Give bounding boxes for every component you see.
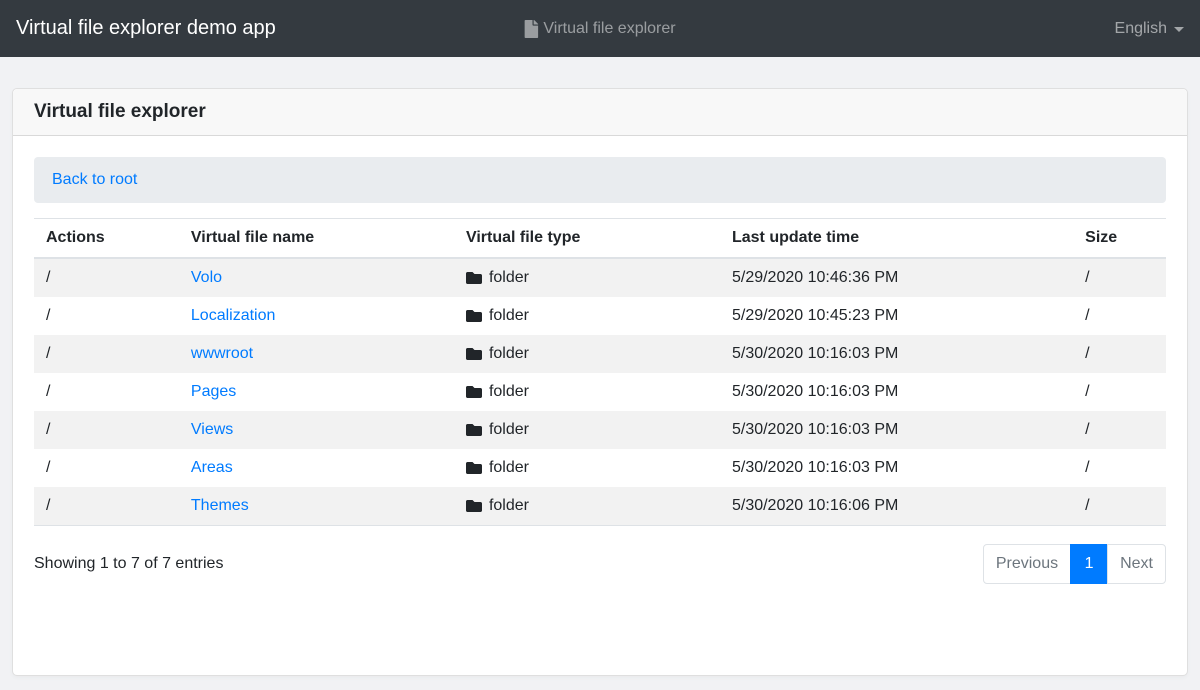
card-body: Back to root Actions Virtual file name V… [13,136,1187,605]
row-actions: / [34,258,179,297]
row-actions: / [34,449,179,487]
file-name-link[interactable]: Themes [191,497,249,514]
file-type-label: folder [489,307,529,325]
file-table: Actions Virtual file name Virtual file t… [34,218,1166,526]
folder-icon [466,498,482,514]
file-type-label: folder [489,383,529,401]
row-updated: 5/30/2020 10:16:03 PM [720,449,1073,487]
navbar: Virtual file explorer demo app Virtual f… [0,0,1200,57]
folder-icon [466,270,482,286]
next-button[interactable]: Next [1107,544,1166,584]
pagination-page-1[interactable]: 1 [1071,544,1108,584]
file-type-label: folder [489,345,529,363]
column-header-name: Virtual file name [179,219,454,259]
breadcrumb-bar: Back to root [34,157,1166,203]
nav-item-label: Virtual file explorer [543,20,675,38]
file-type-label: folder [489,269,529,287]
navbar-brand[interactable]: Virtual file explorer demo app [16,17,276,40]
caret-down-icon [1174,27,1184,32]
column-header-type: Virtual file type [454,219,720,259]
table-row: /Volofolder5/29/2020 10:46:36 PM/ [34,258,1166,297]
row-actions: / [34,335,179,373]
table-row: /Themesfolder5/30/2020 10:16:06 PM/ [34,487,1166,526]
file-explorer-card: Virtual file explorer Back to root Actio… [12,88,1188,676]
row-size: / [1073,487,1166,526]
page-1-button[interactable]: 1 [1070,544,1108,584]
row-updated: 5/29/2020 10:45:23 PM [720,297,1073,335]
folder-icon [466,384,482,400]
pagination-next[interactable]: Next [1108,544,1166,584]
file-name-link[interactable]: wwwroot [191,345,253,362]
entries-summary: Showing 1 to 7 of 7 entries [34,555,223,573]
row-updated: 5/30/2020 10:16:03 PM [720,373,1073,411]
file-name-link[interactable]: Views [191,421,233,438]
file-type-label: folder [489,421,529,439]
folder-icon [466,308,482,324]
row-size: / [1073,449,1166,487]
previous-button[interactable]: Previous [983,544,1071,584]
row-actions: / [34,487,179,526]
folder-icon [466,346,482,362]
row-actions: / [34,297,179,335]
row-size: / [1073,373,1166,411]
table-row: /Viewsfolder5/30/2020 10:16:03 PM/ [34,411,1166,449]
row-size: / [1073,335,1166,373]
card-title: Virtual file explorer [13,89,1187,136]
column-header-actions: Actions [34,219,179,259]
back-to-root-link[interactable]: Back to root [52,171,137,188]
file-name-link[interactable]: Localization [191,307,276,324]
table-row: /wwwrootfolder5/30/2020 10:16:03 PM/ [34,335,1166,373]
file-table-body: /Volofolder5/29/2020 10:46:36 PM//Locali… [34,258,1166,526]
column-header-updated: Last update time [720,219,1073,259]
row-updated: 5/29/2020 10:46:36 PM [720,258,1073,297]
row-updated: 5/30/2020 10:16:03 PM [720,335,1073,373]
language-label: English [1115,20,1167,38]
table-header-row: Actions Virtual file name Virtual file t… [34,219,1166,259]
file-type-label: folder [489,497,529,515]
column-header-size: Size [1073,219,1166,259]
file-name-link[interactable]: Pages [191,383,236,400]
file-name-link[interactable]: Areas [191,459,233,476]
pagination: Previous 1 Next [983,544,1166,584]
row-updated: 5/30/2020 10:16:06 PM [720,487,1073,526]
nav-item-virtual-file-explorer[interactable]: Virtual file explorer [524,20,675,38]
pagination-previous[interactable]: Previous [983,544,1071,584]
table-row: /Areasfolder5/30/2020 10:16:03 PM/ [34,449,1166,487]
row-size: / [1073,411,1166,449]
row-actions: / [34,411,179,449]
folder-icon [466,422,482,438]
file-type-label: folder [489,459,529,477]
folder-icon [466,460,482,476]
row-updated: 5/30/2020 10:16:03 PM [720,411,1073,449]
table-footer: Showing 1 to 7 of 7 entries Previous 1 N… [34,544,1166,584]
table-row: / Localization folder 5/29/2020 10:45:23 PM… [34,297,1166,335]
language-dropdown[interactable]: English [1115,20,1184,38]
file-icon [524,20,538,38]
row-actions: / [34,373,179,411]
table-row: /Pagesfolder5/30/2020 10:16:03 PM/ [34,373,1166,411]
file-name-link[interactable]: Volo [191,269,222,286]
row-size: / [1073,297,1166,335]
row-size: / [1073,258,1166,297]
